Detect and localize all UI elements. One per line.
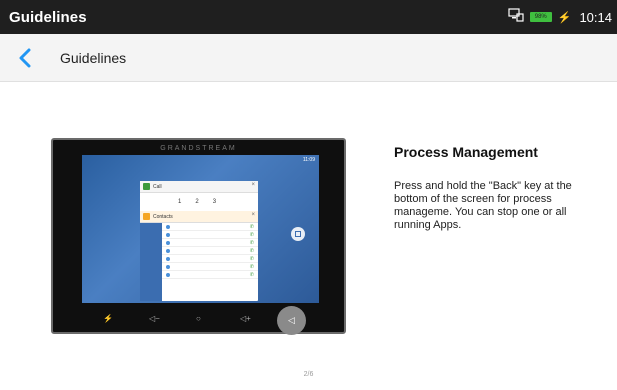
device-screen-time: 11:09 <box>302 157 315 163</box>
contacts-app-icon <box>143 213 150 220</box>
call-card-title: Call <box>153 183 162 190</box>
phone-app-icon <box>143 183 150 190</box>
mute-icon: ⚡ <box>103 314 113 323</box>
device-illustration: GRANDSTREAM 11:09 Call × 1 2 3 Contacts … <box>51 138 346 335</box>
phone-icon: ✆ <box>249 255 254 262</box>
volume-up-icon: ◁+ <box>240 314 251 323</box>
dialpad-key: 2 <box>195 199 199 205</box>
device-back-key-icon: ◁ <box>277 306 306 335</box>
contacts-card-title: Contacts <box>153 213 173 220</box>
phone-icon: ✆ <box>249 271 254 278</box>
status-bar-title: Guidelines <box>9 8 87 26</box>
dialpad-key: 1 <box>178 199 182 205</box>
phone-icon: ✆ <box>249 239 254 246</box>
phone-icon: ✆ <box>249 223 254 230</box>
contacts-card-header: Contacts × <box>140 211 258 223</box>
guide-title: Process Management <box>394 144 538 160</box>
back-button[interactable] <box>0 34 50 82</box>
phone-icon: ✆ <box>249 263 254 270</box>
phone-icon: ✆ <box>249 247 254 254</box>
device-brand: GRANDSTREAM <box>160 145 237 152</box>
charging-icon: ⚡ <box>557 11 572 24</box>
clock: 10:14 <box>579 9 612 25</box>
home-icon: ○ <box>196 314 201 323</box>
close-icon: × <box>251 212 255 218</box>
dialpad-row: 1 2 3 <box>140 193 258 205</box>
page-indicator: 2/6 <box>303 371 314 378</box>
dialpad-key: 3 <box>212 199 217 205</box>
close-icon: × <box>251 182 255 188</box>
page-title: Guidelines <box>60 49 127 66</box>
call-card-header: Call × <box>140 181 258 193</box>
battery-icon: 98% <box>529 12 552 22</box>
status-icons: 98% ⚡ 10:14 <box>508 0 612 34</box>
clear-all-icon <box>291 227 305 241</box>
phone-icon: ✆ <box>249 231 254 238</box>
toolbar: Guidelines <box>0 34 617 82</box>
device-screen: 11:09 Call × 1 2 3 Contacts × ✆ ✆ ✆ ✆ ✆ … <box>82 155 319 303</box>
battery-level: 98% <box>534 14 547 20</box>
chevron-left-icon <box>19 48 31 67</box>
guide-description: Press and hold the "Back" key at the bot… <box>394 180 572 231</box>
device-keys: ⚡ ◁− ○ ◁+ ◁ <box>53 306 344 335</box>
contacts-sidebar <box>140 223 162 301</box>
contacts-card: Contacts × ✆ ✆ ✆ ✆ ✆ ✆ ✆ <box>140 211 258 301</box>
volume-down-icon: ◁− <box>149 314 160 323</box>
status-bar: Guidelines 98% ⚡ 10:14 <box>0 0 617 34</box>
network-icon <box>508 7 524 27</box>
